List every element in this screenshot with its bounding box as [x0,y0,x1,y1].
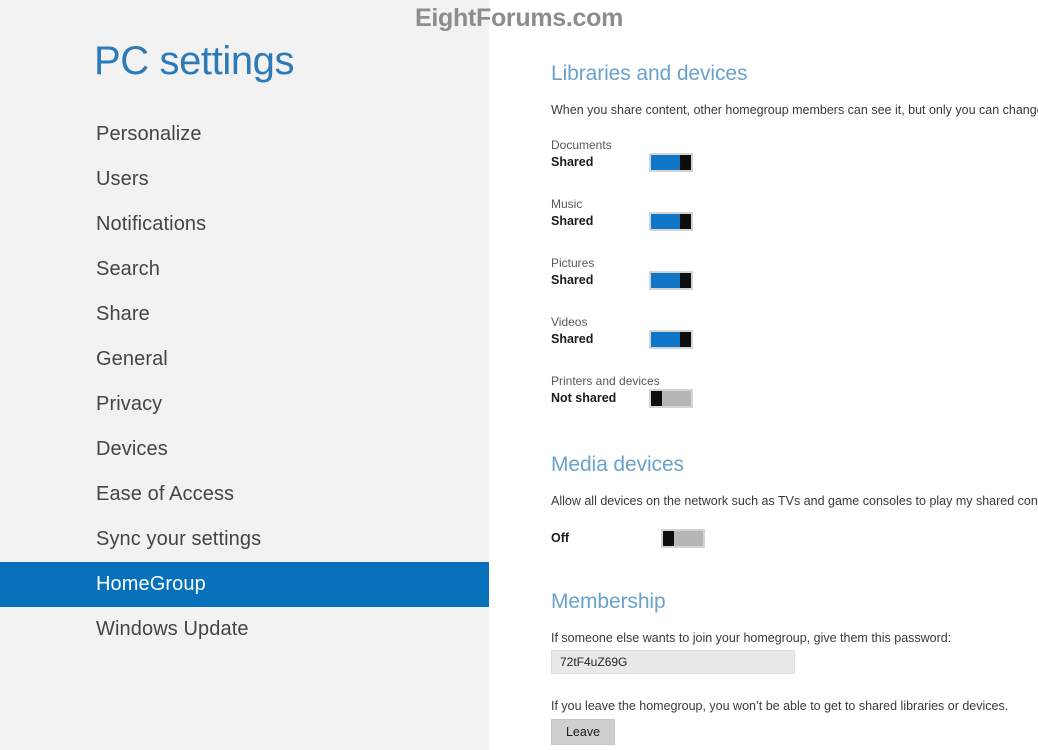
membership-password-prompt: If someone else wants to join your homeg… [551,631,952,645]
toggle-state-printers-and-devices: Not shared [551,391,617,405]
toggle-caption-videos: Videos [551,315,588,329]
toggle-state-videos: Shared [551,332,594,346]
leave-homegroup-button[interactable]: Leave [551,719,615,745]
toggle-switch-videos[interactable] [649,330,693,349]
toggle-caption-documents: Documents [551,138,612,152]
toggle-thumb [680,273,691,288]
toggle-thumb [680,332,691,347]
toggle-thumb [680,155,691,170]
media-devices-heading: Media devices [551,453,684,476]
sidebar-item-devices[interactable]: Devices [0,427,489,472]
membership-heading: Membership [551,590,666,613]
sidebar-item-users[interactable]: Users [0,157,489,202]
sidebar-item-search[interactable]: Search [0,247,489,292]
sidebar-item-ease-of-access[interactable]: Ease of Access [0,472,489,517]
sidebar-item-sync-your-settings[interactable]: Sync your settings [0,517,489,562]
homegroup-settings-panel: Libraries and devices When you share con… [489,0,1038,750]
toggle-switch-media-devices[interactable] [661,529,705,548]
settings-sidebar: PC settings Personalize Users Notificati… [0,0,489,750]
sidebar-item-privacy[interactable]: Privacy [0,382,489,427]
sidebar-nav-list: Personalize Users Notifications Search S… [0,112,489,652]
toggle-caption-pictures: Pictures [551,256,595,270]
media-devices-description: Allow all devices on the network such as… [551,494,1038,508]
toggle-state-music: Shared [551,214,594,228]
homegroup-password-field[interactable] [551,650,795,674]
sidebar-item-personalize[interactable]: Personalize [0,112,489,157]
toggle-state-pictures: Shared [551,273,594,287]
toggle-switch-music[interactable] [649,212,693,231]
toggle-caption-printers-and-devices: Printers and devices [551,374,660,388]
sidebar-item-windows-update[interactable]: Windows Update [0,607,489,652]
toggle-thumb [663,531,674,546]
eightforums-watermark: EightForums.com [414,4,623,32]
sidebar-item-notifications[interactable]: Notifications [0,202,489,247]
toggle-thumb [651,391,662,406]
membership-leave-prompt: If you leave the homegroup, you won’t be… [551,699,1009,713]
page-title: PC settings [94,39,295,83]
toggle-state-documents: Shared [551,155,594,169]
sidebar-item-general[interactable]: General [0,337,489,382]
libraries-description: When you share content, other homegroup … [551,103,1038,117]
toggle-switch-documents[interactable] [649,153,693,172]
toggle-switch-printers-and-devices[interactable] [649,389,693,408]
toggle-state-media-devices: Off [551,531,570,545]
toggle-thumb [680,214,691,229]
toggle-caption-music: Music [551,197,583,211]
toggle-switch-pictures[interactable] [649,271,693,290]
libraries-and-devices-heading: Libraries and devices [551,62,748,85]
sidebar-item-share[interactable]: Share [0,292,489,337]
sidebar-item-homegroup[interactable]: HomeGroup [0,562,489,607]
